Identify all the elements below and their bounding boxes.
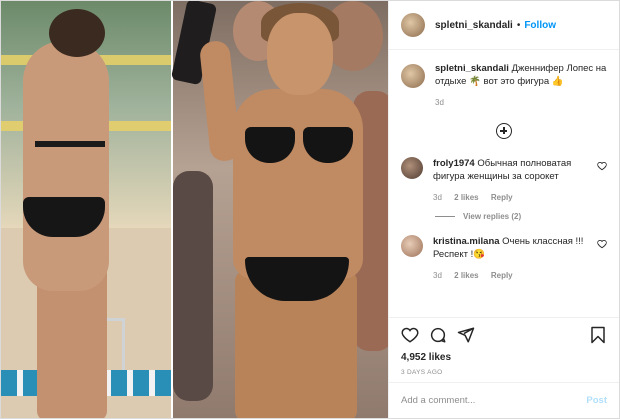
- bikini-bottom: [23, 197, 105, 237]
- follow-button[interactable]: Follow: [524, 20, 556, 31]
- heart-icon[interactable]: [597, 239, 607, 249]
- bikini-top: [35, 141, 105, 147]
- plus-circle-icon[interactable]: [496, 123, 512, 139]
- caption-time[interactable]: 3d: [435, 98, 444, 107]
- comments-list[interactable]: spletni_skandali Дженнифер Лопес на отды…: [389, 50, 619, 313]
- post-window: spletni_skandali • Follow spletni_skanda…: [0, 0, 620, 419]
- post-date[interactable]: 3 DAYS AGO: [401, 369, 607, 376]
- post-header: spletni_skandali • Follow: [389, 1, 619, 50]
- background-person: [173, 171, 213, 401]
- avatar[interactable]: [401, 235, 423, 257]
- reply-button[interactable]: Reply: [491, 193, 513, 202]
- figure-head: [267, 13, 333, 95]
- post-button[interactable]: Post: [586, 395, 607, 406]
- photo-right: [170, 1, 388, 418]
- comment-username[interactable]: froly1974: [433, 158, 475, 169]
- reply-button[interactable]: Reply: [491, 271, 513, 280]
- heart-icon[interactable]: [597, 161, 607, 171]
- avatar[interactable]: [401, 157, 423, 179]
- comment-time[interactable]: 3d: [433, 193, 442, 202]
- bookmark-icon[interactable]: [589, 326, 607, 344]
- post-image[interactable]: [1, 1, 388, 418]
- post-side-panel: spletni_skandali • Follow spletni_skanda…: [388, 1, 619, 418]
- heart-icon[interactable]: [401, 326, 419, 344]
- likes-count[interactable]: 4,952 likes: [401, 352, 607, 363]
- figure-body: [23, 41, 109, 291]
- bikini-top: [245, 127, 353, 165]
- separator-dot: •: [516, 19, 521, 31]
- load-more-comments[interactable]: [401, 123, 607, 139]
- action-icons: [401, 324, 607, 346]
- comment-item: froly1974 Обычная полноватая фигура женщ…: [401, 157, 607, 204]
- comment-time[interactable]: 3d: [433, 271, 442, 280]
- figure-hair: [49, 9, 105, 57]
- share-icon[interactable]: [457, 326, 475, 344]
- view-replies-label[interactable]: View replies (2): [463, 212, 521, 221]
- photo-left: [1, 1, 171, 418]
- post-actions: 4,952 likes 3 DAYS AGO: [389, 317, 619, 376]
- figure-torso: [233, 89, 363, 279]
- caption: spletni_skandali Дженнифер Лопес на отды…: [401, 62, 607, 109]
- comment-item: kristina.milana Очень классная !!! Респе…: [401, 235, 607, 282]
- comment-likes[interactable]: 2 likes: [454, 193, 478, 202]
- avatar[interactable]: [401, 13, 425, 37]
- header-username[interactable]: spletni_skandali: [435, 20, 513, 31]
- comment-icon[interactable]: [429, 326, 447, 344]
- comment-input[interactable]: [401, 395, 587, 406]
- view-replies-button[interactable]: View replies (2): [435, 212, 607, 221]
- replies-line: [435, 216, 455, 217]
- comment-likes[interactable]: 2 likes: [454, 271, 478, 280]
- add-comment-bar: Post: [389, 382, 619, 418]
- avatar[interactable]: [401, 64, 425, 88]
- comment-username[interactable]: kristina.milana: [433, 236, 500, 247]
- caption-username[interactable]: spletni_skandali: [435, 63, 509, 74]
